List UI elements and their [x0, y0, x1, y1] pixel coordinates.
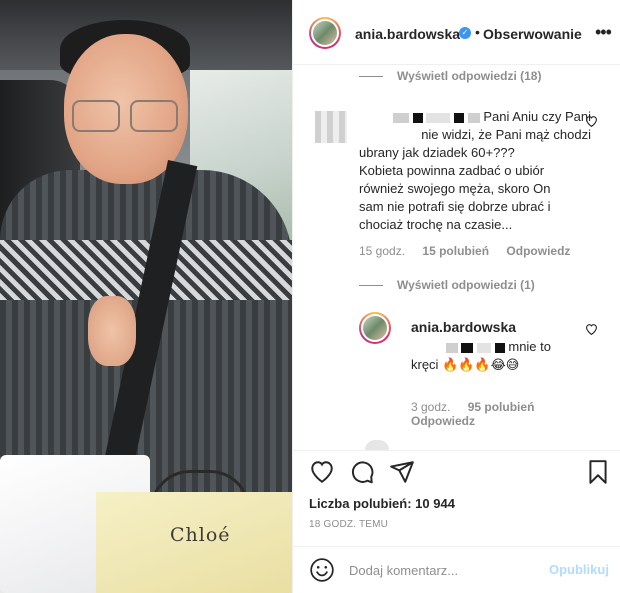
reply-likes[interactable]: 95 polubień: [468, 400, 535, 414]
masked-mention: [445, 342, 458, 353]
like-heart-icon[interactable]: [309, 459, 335, 485]
reply-meta-second-line: Odpowiedz: [411, 414, 475, 428]
glasses: [72, 100, 184, 136]
following-button[interactable]: Obserwowanie: [483, 26, 582, 42]
bag-brand-text: Chloé: [170, 524, 231, 546]
comment-time: 15 godz.: [359, 244, 406, 258]
likes-count[interactable]: Liczba polubień: 10 944: [309, 496, 455, 511]
comment-body: Pani Aniu czy Pani nie widzi, że Pani mą…: [359, 109, 591, 232]
reply-meta: 3 godz. 95 polubień: [411, 400, 534, 414]
comment-meta: 15 godz. 15 polubień Odpowiedz: [359, 244, 570, 258]
reply-to-reply-button[interactable]: Odpowiedz: [411, 414, 475, 428]
fist: [88, 296, 136, 366]
comment-input[interactable]: [349, 559, 539, 581]
commenter-avatar[interactable]: [315, 111, 347, 143]
like-reply-heart-icon[interactable]: [585, 323, 598, 338]
view-replies-button[interactable]: Wyświetl odpowiedzi (18): [359, 69, 541, 83]
view-replies-button[interactable]: Wyświetl odpowiedzi (1): [359, 278, 535, 292]
partially-hidden-avatar: [365, 440, 389, 450]
post-timestamp: 18 GODZ. TEMU: [309, 519, 389, 530]
post-header: ania.bardowska ✓ • Obserwowanie •••: [293, 0, 620, 65]
more-options-icon[interactable]: •••: [595, 22, 612, 43]
add-comment-bar: Opublikuj: [293, 546, 620, 593]
publish-button[interactable]: Opublikuj: [549, 562, 609, 577]
comment-likes[interactable]: 15 polubień: [422, 244, 489, 258]
author-username[interactable]: ania.bardowska: [355, 26, 460, 42]
reply-body: mnie to kręci 🔥🔥🔥😂😅: [411, 339, 551, 372]
comments-list[interactable]: Wyświetl odpowiedzi (18) Pani Aniu czy P…: [293, 66, 620, 450]
post-side-panel: ania.bardowska ✓ • Obserwowanie ••• Wyśw…: [292, 0, 620, 593]
verified-badge-icon: ✓: [459, 27, 471, 39]
reply-author-avatar[interactable]: [359, 312, 391, 344]
like-comment-heart-icon[interactable]: [585, 115, 598, 130]
comment-bubble-icon[interactable]: [349, 459, 375, 485]
reply-time: 3 godz.: [411, 400, 451, 414]
reply-author-username[interactable]: ania.bardowska: [411, 319, 516, 335]
masked-username: [393, 112, 410, 123]
header-separator: •: [475, 24, 480, 40]
save-bookmark-icon[interactable]: [585, 459, 611, 485]
emoji-picker-icon[interactable]: [309, 557, 335, 583]
author-avatar[interactable]: [309, 17, 341, 49]
share-paper-plane-icon[interactable]: [389, 459, 415, 485]
reply-button[interactable]: Odpowiedz: [506, 244, 570, 258]
post-photo[interactable]: Chloé: [0, 0, 292, 593]
post-actions: Liczba polubień: 10 944 18 GODZ. TEMU: [293, 450, 620, 546]
